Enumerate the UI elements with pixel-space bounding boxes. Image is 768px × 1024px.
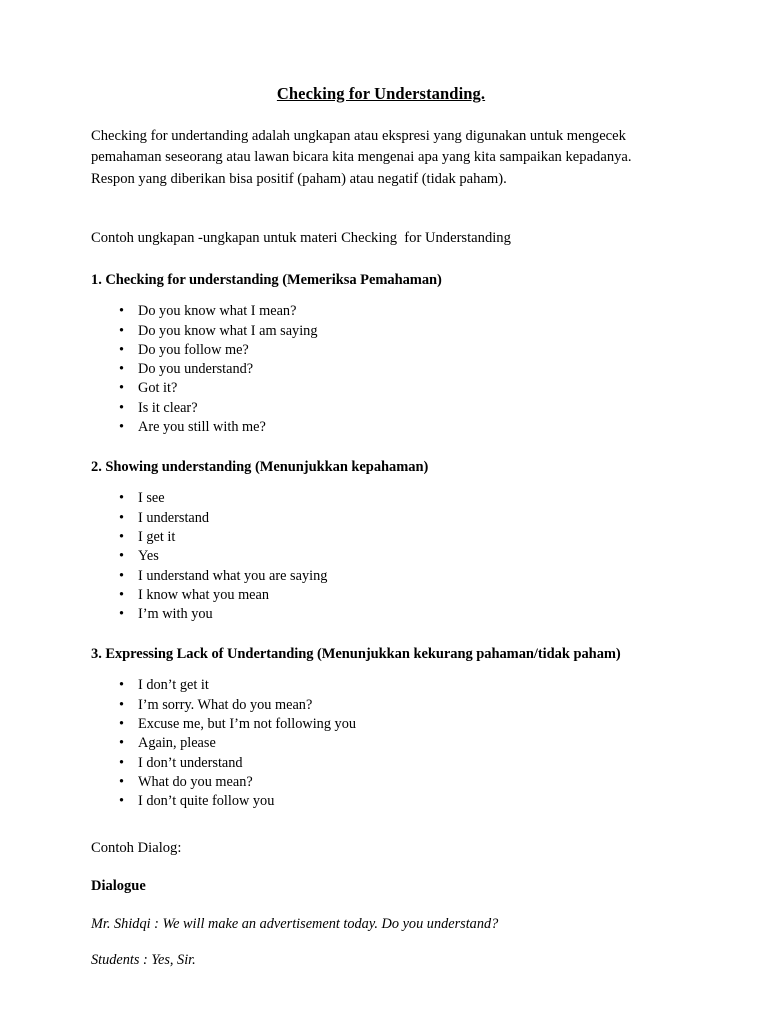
list-item-text: Is it clear?: [138, 399, 198, 416]
list-item: • Do you follow me?: [91, 341, 671, 360]
section-heading-2: 2. Showing understanding (Menunjukkan ke…: [91, 459, 429, 476]
bullet-icon: •: [119, 567, 125, 584]
list-item-text: I don’t quite follow you: [138, 793, 275, 810]
bullet-icon: •: [119, 490, 125, 507]
list-item: • Do you understand?: [91, 360, 671, 379]
list-item: • I’m with you: [91, 605, 671, 624]
list-item-text: I understand: [138, 509, 210, 526]
list-item: • I’m sorry. What do you mean?: [91, 696, 671, 715]
bullet-icon: •: [119, 716, 125, 733]
page-title: Checking for Understanding.: [276, 84, 486, 103]
list-item-text: Excuse me, but I’m not following you: [138, 716, 356, 733]
dialogue-heading: Dialogue: [91, 877, 146, 894]
list-item: • Do you know what I am saying: [91, 322, 671, 341]
intro-paragraph: Checking for undertanding adalah ungkapa…: [91, 127, 632, 187]
list-item-text: Are you still with me?: [138, 419, 266, 436]
dialog-example-label: Contoh Dialog:: [91, 839, 182, 856]
list-item-text: I don’t understand: [138, 754, 243, 771]
bullet-icon: •: [119, 528, 125, 545]
list-item-text: Do you know what I mean?: [138, 303, 297, 320]
list-item: • I know what you mean: [91, 586, 671, 605]
list-item: • I don’t understand: [91, 754, 671, 773]
document-body: Checking for Understanding. Checking for…: [91, 84, 671, 986]
bullet-icon: •: [119, 735, 125, 752]
list-item-text: I’m with you: [138, 606, 213, 623]
list-item: • Is it clear?: [91, 399, 671, 418]
list-item-text: Do you follow me?: [138, 341, 249, 358]
examples-lead-line: Contoh ungkapan -ungkapan untuk materi C…: [91, 230, 511, 247]
list-item-text: Yes: [138, 548, 159, 565]
bullet-icon: •: [119, 303, 125, 320]
bullet-icon: •: [119, 677, 125, 694]
list-item-text: I get it: [138, 528, 176, 545]
bullet-icon: •: [119, 341, 125, 358]
list-item: • Excuse me, but I’m not following you: [91, 715, 671, 734]
list-item: • Do you know what I mean?: [91, 302, 671, 321]
list-item: • Are you still with me?: [91, 418, 671, 437]
list-item: • I understand: [91, 509, 671, 528]
bullet-icon: •: [119, 509, 125, 526]
list-item-text: Again, please: [138, 735, 216, 752]
list-item-text: Do you understand?: [138, 361, 254, 378]
bullet-icon: •: [119, 380, 125, 397]
bullet-icon: •: [119, 754, 125, 771]
list-item: • Yes: [91, 547, 671, 566]
bullet-icon: •: [119, 548, 125, 565]
list-item: • Again, please: [91, 734, 671, 753]
bullet-icon: •: [119, 606, 125, 623]
list-item-text: I see: [138, 490, 165, 507]
bullet-icon: •: [119, 361, 125, 378]
bullet-list-1: • Do you know what I mean? • Do you know w…: [91, 302, 671, 437]
section-heading-3: 3. Expressing Lack of Undertanding (Menu…: [91, 646, 621, 663]
list-item: • What do you mean?: [91, 773, 671, 792]
bullet-list-3: • I don’t get it • I’m sorry. What do you …: [91, 676, 671, 811]
list-item-text: What do you mean?: [138, 773, 253, 790]
list-item-text: I understand what you are saying: [138, 567, 328, 584]
list-item: • I don’t quite follow you: [91, 792, 671, 811]
bullet-list-2: • I see • I understand • I get it • Yes • I u…: [91, 489, 671, 624]
document-page: Checking for Understanding. Checking for…: [0, 0, 768, 1024]
bullet-icon: •: [119, 419, 125, 436]
list-item: • I see: [91, 489, 671, 508]
list-item: • I don’t get it: [91, 676, 671, 695]
bullet-icon: •: [119, 322, 125, 339]
dialogue-line-teacher: Mr. Shidqi : We will make an advertiseme…: [91, 915, 499, 932]
bullet-icon: •: [119, 696, 125, 713]
bullet-icon: •: [119, 773, 125, 790]
section-heading-1: 1. Checking for understanding (Memeriksa…: [91, 272, 442, 289]
list-item-text: Got it?: [138, 380, 178, 397]
dialogue-line-students: Students : Yes, Sir.: [91, 951, 196, 968]
list-item-text: I know what you mean: [138, 586, 270, 603]
bullet-icon: •: [119, 399, 125, 416]
list-item: • I understand what you are saying: [91, 567, 671, 586]
bullet-icon: •: [119, 793, 125, 810]
list-item: • Got it?: [91, 379, 671, 398]
list-item-text: I’m sorry. What do you mean?: [138, 696, 313, 713]
bullet-icon: •: [119, 586, 125, 603]
list-item-text: Do you know what I am saying: [138, 322, 318, 339]
list-item: • I get it: [91, 528, 671, 547]
list-item-text: I don’t get it: [138, 677, 209, 694]
